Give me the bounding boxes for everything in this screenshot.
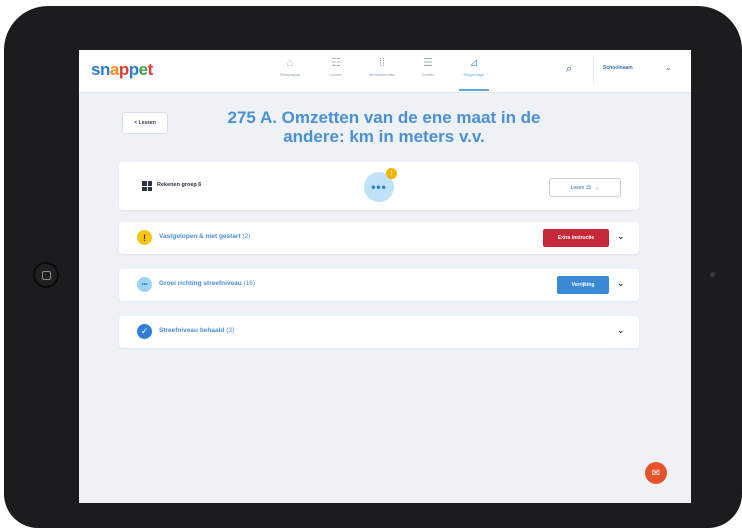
list-icon: ☷ xyxy=(331,57,341,69)
home-icon: ⌂ xyxy=(286,57,294,69)
chevron-down-icon[interactable]: ⌄ xyxy=(665,63,672,72)
status-count: (16) xyxy=(243,280,256,287)
nav-item-label: Werkpakketten xyxy=(368,72,396,77)
main-nav: ⌂ Startpagina ☷ Lessen ⁞⁞ Werkpakketten … xyxy=(269,56,495,91)
status-row-label: Streefniveau behaald (3) xyxy=(159,327,235,334)
nav-item-werkpakketten[interactable]: ⁞⁞ Werkpakketten xyxy=(361,56,403,88)
nav-item-label: Doelen xyxy=(421,72,435,77)
tablet-frame: snappet ⌂ Startpagina ☷ Lessen ⁞⁞ Werkpa… xyxy=(4,6,742,528)
page-title: 275 A. Omzetten van de ene maat in de an… xyxy=(227,108,541,146)
nav-item-startpagina[interactable]: ⌂ Startpagina xyxy=(269,56,311,88)
chart-icon: ⊿ xyxy=(469,57,479,69)
nav-item-label: Lessen xyxy=(329,72,343,77)
status-count: (3) xyxy=(226,327,235,334)
status-row-label: Groei richting streefniveau (16) xyxy=(159,280,256,287)
growth-icon: ••• xyxy=(137,277,152,292)
chevron-down-icon: ⌄ xyxy=(595,184,600,191)
warning-icon: ! xyxy=(137,230,152,245)
nav-item-label: Rapportage xyxy=(463,72,485,77)
lesson-select[interactable]: Lesen 15 ⌄ xyxy=(549,178,621,197)
back-to-lessen-button[interactable]: < Lessen xyxy=(122,112,168,134)
status-count: (2) xyxy=(242,233,251,240)
alert-badge: ! xyxy=(386,168,397,179)
group-grid-icon xyxy=(142,181,152,191)
nav-item-doelen[interactable]: ☰ Doelen xyxy=(407,56,449,88)
status-row-groei[interactable]: ••• Groei richting streefniveau (16) Ver… xyxy=(119,269,639,301)
home-button[interactable] xyxy=(33,262,59,288)
nav-item-rapportage[interactable]: ⊿ Rapportage xyxy=(453,56,495,91)
status-row-vastgelopen[interactable]: ! Vastgelopen & niet gestart (2) Extra i… xyxy=(119,222,639,254)
extra-instructie-button[interactable]: Extra instructie xyxy=(543,229,609,247)
group-label[interactable]: Rekenen groep 6 xyxy=(157,182,201,188)
chevron-down-icon[interactable]: ⌄ xyxy=(617,325,625,336)
lesson-select-value: Lesen 15 xyxy=(570,184,592,191)
camera-lens xyxy=(710,272,715,277)
target-list-icon: ☰ xyxy=(423,57,433,69)
status-row-behaald[interactable]: ✓ Streefniveau behaald (3) ⌄ xyxy=(119,316,639,348)
search-icon[interactable]: ⌕ xyxy=(566,63,572,76)
chat-icon[interactable]: ✉ xyxy=(645,462,667,484)
snappet-logo[interactable]: snappet xyxy=(91,60,153,80)
dots-grid-icon: ⁞⁞ xyxy=(378,57,386,69)
status-row-label: Vastgelopen & niet gestart (2) xyxy=(159,233,251,240)
check-icon: ✓ xyxy=(137,324,152,339)
group-card: Rekenen groep 6 ••• ! Lesen 15 ⌄ xyxy=(119,162,639,210)
nav-item-lessen[interactable]: ☷ Lessen xyxy=(315,56,357,88)
user-menu-name[interactable]: Schoolnaam xyxy=(603,65,633,71)
header-divider xyxy=(593,58,594,84)
verrijking-button[interactable]: Verrijking xyxy=(557,276,609,294)
app-screen: snappet ⌂ Startpagina ☷ Lessen ⁞⁞ Werkpa… xyxy=(79,50,691,503)
chevron-down-icon[interactable]: ⌄ xyxy=(617,231,625,242)
top-navigation-bar: snappet ⌂ Startpagina ☷ Lessen ⁞⁞ Werkpa… xyxy=(79,50,691,93)
nav-item-label: Startpagina xyxy=(279,72,301,77)
chevron-down-icon[interactable]: ⌄ xyxy=(617,278,625,289)
